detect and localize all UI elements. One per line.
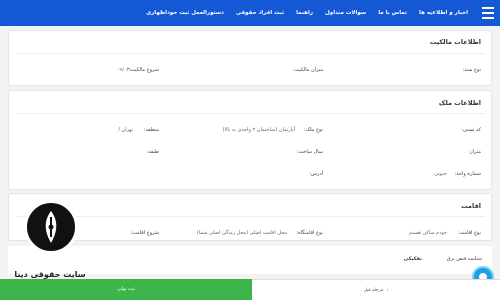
share-label: میزان مالکیت:: [292, 67, 323, 73]
nav-item-legal-entities[interactable]: ثبت افراد حقوقی: [236, 10, 284, 16]
electricity-bill-label: شناسه قبض برق: [446, 256, 482, 262]
nav-item-contact[interactable]: تماس با ما: [378, 10, 407, 16]
property-type-label: نوع ملک:: [303, 127, 323, 133]
start-ownership-value: -۰۹/۰۳: [116, 67, 131, 73]
fountain-pen-logo-icon: [24, 200, 78, 254]
unit-number-value: جنوبی: [434, 171, 447, 177]
postal-code-label: کد پستی:: [461, 127, 481, 133]
doc-type-label: نوع سند:: [462, 67, 481, 73]
property-card: اطلاعات ملک کد پستی: نوع ملک: آپارتمان (…: [8, 90, 492, 190]
menu-icon[interactable]: [476, 4, 494, 22]
divider: [15, 53, 485, 54]
divider: [15, 113, 485, 114]
watermark-logo: سایت حقوقی دینا: [4, 200, 96, 296]
residence-type-value: خودم ساکن هستم: [408, 230, 447, 236]
start-ownership-label: شروع مالکیت:: [128, 67, 159, 73]
address-label: آدرس:: [309, 171, 323, 177]
build-year-label: سال ساخت:: [296, 149, 323, 155]
previous-step-label: مرحله قبل: [363, 287, 384, 293]
residence-place-label: نوع اقامتگاه:: [296, 230, 323, 236]
property-type-value: آپارتمان (ساختمان ۲ واحدی به بالا): [222, 127, 295, 133]
ownership-title: اطلاعات مالکیت: [429, 38, 481, 46]
watermark-text: سایت حقوقی دینا: [14, 270, 86, 279]
final-submit-label: ثبت نهایی: [116, 287, 136, 292]
residence-type-label: نوع اقامت:: [457, 230, 481, 236]
ownership-card: اطلاعات مالکیت نوع سند: میزان مالکیت: شر…: [8, 30, 492, 86]
area-label: متراژ:: [468, 149, 481, 155]
residence-place-value: محل اقامت اصلی (محل زندگی اصلی شما): [196, 230, 287, 236]
unit-number-label: شماره واحد:: [454, 171, 481, 177]
residence-title: اقامت: [461, 202, 481, 210]
previous-step-button[interactable]: › مرحله قبل: [252, 279, 500, 300]
electricity-bill-value: تفکیکی: [403, 256, 422, 262]
nav-item-faq[interactable]: سوالات متداول: [325, 10, 366, 16]
property-title: اطلاعات ملک: [438, 99, 481, 107]
nav-item-instructions[interactable]: دستورالعمل ثبت خوداظهاری: [146, 10, 224, 16]
top-navbar: اخبار و اطلاعیه ها تماس با ما سوالات متد…: [0, 0, 500, 26]
residence-start-label: شروع اقامت:: [130, 230, 159, 236]
floor-label: طبقه:: [146, 149, 159, 155]
region-label: منطقه:: [143, 127, 159, 133]
nav-item-help[interactable]: راهنما: [296, 10, 313, 16]
chevron-left-icon: ›: [386, 287, 389, 293]
region-value: تهران /: [118, 127, 133, 133]
nav-item-news[interactable]: اخبار و اطلاعیه ها: [419, 10, 468, 16]
